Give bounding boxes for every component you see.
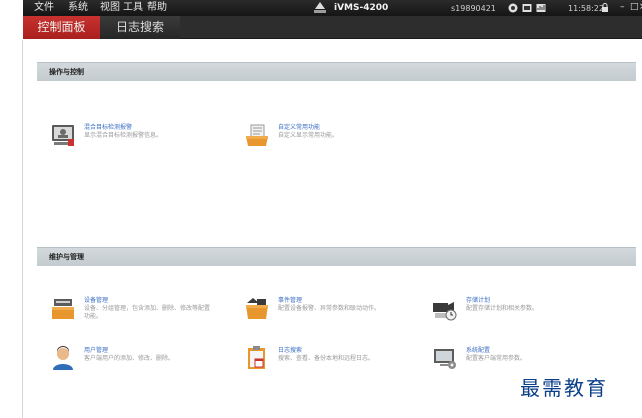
section-operation-title: 操作与控制: [49, 68, 84, 76]
item-title: 事件管理: [278, 297, 303, 304]
device-management-icon: [52, 299, 74, 319]
item-desc: 客户端用户的添加、修改、删除。: [84, 355, 175, 362]
item-desc: 配置存储计划和相关参数。: [466, 305, 539, 312]
menu-view[interactable]: 视图: [100, 2, 120, 14]
control-panel: 操作与控制 混合目标检测报警 显示混合目标检测报警信息。 自定义常用功能 自定义…: [23, 40, 642, 418]
item-desc: 搜索、查看、备份本地和远程日志。: [278, 355, 375, 362]
tab-control-panel[interactable]: 控制面板: [23, 16, 100, 39]
event-management-icon: [246, 298, 268, 319]
current-user: s19890421: [451, 4, 496, 13]
item-device-management[interactable]: 设备管理 设备、分组管理，包含添加、删除、修改等配置功能。: [50, 293, 240, 323]
item-desc: 配置设备报警、异常参数和联动动作。: [278, 305, 381, 312]
tab-bar: 控制面板 日志搜索: [23, 16, 642, 39]
item-desc: 显示混合目标检测报警信息。: [84, 132, 163, 139]
item-title: 用户管理: [84, 347, 109, 354]
item-hybrid-alarm[interactable]: 混合目标检测报警 显示混合目标检测报警信息。: [50, 120, 240, 150]
item-title: 设备管理: [84, 297, 109, 304]
item-system-config[interactable]: 系统配置 配置客户端常用参数。: [432, 343, 622, 373]
menu-help[interactable]: 帮助: [147, 2, 167, 14]
menu-tools[interactable]: 工具: [123, 2, 143, 14]
maximize-button[interactable]: □: [630, 1, 639, 13]
user-management-icon: [53, 346, 73, 370]
item-title: 日志搜索: [278, 347, 303, 354]
title-bar: 文件 系统 视图 工具 帮助 iVMS-4200 s19890421 11:58…: [23, 0, 642, 16]
section-operation-header: 操作与控制: [37, 62, 636, 81]
item-storage-schedule[interactable]: 存储计划 配置存储计划和相关参数。: [432, 293, 622, 323]
menu-system[interactable]: 系统: [68, 2, 88, 14]
item-desc: 自定义显示常用功能。: [278, 132, 339, 139]
clock: 11:58:22: [568, 4, 604, 13]
item-title: 系统配置: [466, 347, 491, 354]
section-maintenance-title: 维护与管理: [49, 253, 84, 261]
log-search-icon: [248, 346, 265, 369]
network-icon: [536, 4, 546, 12]
section-maintenance-header: 维护与管理: [37, 247, 636, 266]
minimize-button[interactable]: –: [620, 1, 625, 13]
item-title: 混合目标检测报警: [84, 124, 133, 131]
storage-schedule-icon: [433, 302, 457, 321]
item-desc: 配置客户端常用参数。: [466, 355, 527, 362]
menu-file[interactable]: 文件: [34, 2, 54, 14]
item-desc: 设备、分组管理，包含添加、删除、修改等配置功能。: [84, 305, 211, 320]
watermark: 最需教育: [520, 376, 608, 400]
system-config-icon: [434, 349, 456, 369]
alarm-monitor-icon: [52, 125, 74, 146]
cpu-icon: [522, 4, 532, 12]
lock-icon[interactable]: [600, 3, 610, 13]
item-custom-function[interactable]: 自定义常用功能 自定义显示常用功能。: [244, 120, 434, 150]
lock-screen-icon[interactable]: [508, 3, 518, 13]
tab-log-search[interactable]: 日志搜索: [100, 16, 180, 39]
item-log-search[interactable]: 日志搜索 搜索、查看、备份本地和远程日志。: [244, 343, 434, 373]
custom-function-icon: [246, 124, 268, 146]
item-title: 自定义常用功能: [278, 124, 321, 131]
item-event-management[interactable]: 事件管理 配置设备报警、异常参数和联动动作。: [244, 293, 434, 323]
app-logo-icon: [314, 2, 326, 13]
app-title: iVMS-4200: [334, 3, 389, 13]
item-title: 存储计划: [466, 297, 491, 304]
item-user-management[interactable]: 用户管理 客户端用户的添加、修改、删除。: [50, 343, 240, 373]
